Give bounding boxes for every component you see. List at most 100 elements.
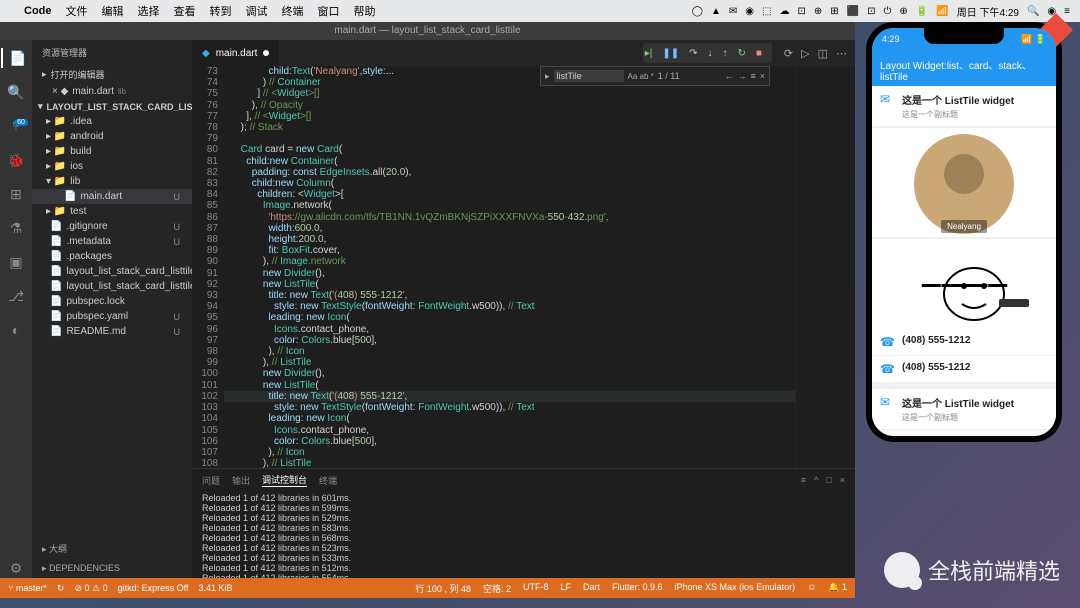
tree-item[interactable]: 📄 .packages <box>32 249 192 264</box>
find-prev-icon[interactable]: ▸ <box>545 71 550 82</box>
split-icon[interactable]: ◫ <box>818 47 828 60</box>
panel-terminal[interactable]: 终端 <box>319 474 337 487</box>
flutter-icon[interactable]: ◐ <box>6 320 26 340</box>
tree-item[interactable]: ▾ 📁 lib <box>32 174 192 189</box>
debug-restart-icon[interactable]: ↻ <box>735 48 747 59</box>
tree-item[interactable]: ▸ 📁 android <box>32 129 192 144</box>
indent[interactable]: 空格: 2 <box>483 582 511 595</box>
panel-close-icon[interactable]: × <box>840 475 845 485</box>
encoding[interactable]: UTF-8 <box>523 582 549 595</box>
list-tile[interactable]: ✉ 这是一个 ListTile widget <box>872 430 1056 436</box>
find-input[interactable] <box>554 70 624 82</box>
tray-icon[interactable]: ⏻ <box>884 6 892 17</box>
tree-item[interactable]: ▸ 📁 test <box>32 204 192 219</box>
debug-icon[interactable]: 🐞 <box>6 150 26 170</box>
tray-icon[interactable]: ▲ <box>711 6 721 17</box>
tree-item[interactable]: 📄 README.mdU <box>32 324 192 339</box>
tray-icon[interactable]: ⊞ <box>830 6 838 17</box>
tray-icon[interactable]: ⊡ <box>797 6 805 17</box>
phone-body[interactable]: ✉ 这是一个 ListTile widget这是一个副标题 Nealyang ▬… <box>872 86 1056 436</box>
panel-up-icon[interactable]: ^ <box>814 475 818 485</box>
panel-output[interactable]: 输出 <box>232 474 250 487</box>
feedback-icon[interactable]: ☺ <box>807 582 816 595</box>
panel-debug-console[interactable]: 调试控制台 <box>262 473 307 487</box>
eol[interactable]: LF <box>560 582 571 595</box>
clock[interactable]: 周日 下午4:29 <box>957 4 1019 19</box>
panel-clear-icon[interactable]: ≡ <box>801 475 806 485</box>
debug-stop-icon[interactable]: ■ <box>754 48 764 59</box>
menu-terminal[interactable]: 终端 <box>282 3 304 19</box>
menu-edit[interactable]: 编辑 <box>102 3 124 19</box>
docker-icon[interactable]: ▣ <box>6 252 26 272</box>
find-select-icon[interactable]: ≡ <box>750 71 755 81</box>
tray-icon[interactable]: ✉ <box>729 6 737 17</box>
list-tile-phone[interactable]: ☎ (408) 555-1212 <box>872 329 1056 355</box>
outline-section[interactable]: ▸ 大纲 <box>32 538 192 559</box>
device[interactable]: iPhone XS Max (ios Emulator) <box>675 582 796 595</box>
gitkd[interactable]: gitkd: Express Off <box>118 583 189 593</box>
open-editor-item[interactable]: × ◆ main.dart lib <box>32 84 192 99</box>
menu-file[interactable]: 文件 <box>66 3 88 19</box>
more-icon[interactable]: ⋯ <box>836 47 847 60</box>
restart-icon[interactable]: ⟳ <box>784 47 793 60</box>
branch[interactable]: ⑂ master* <box>8 583 47 593</box>
extensions-icon[interactable]: ⊞ <box>6 184 26 204</box>
menu-help[interactable]: 帮助 <box>354 3 376 19</box>
tray-icon[interactable]: ⊡ <box>867 6 875 17</box>
explorer-icon[interactable]: 📄 <box>1 48 31 68</box>
tree-item[interactable]: 📄 main.dartU <box>32 189 192 204</box>
tray-icon[interactable]: ⊕ <box>899 6 907 17</box>
test-icon[interactable]: ⚗ <box>6 218 26 238</box>
tray-icon[interactable]: ⬚ <box>762 6 771 17</box>
sync[interactable]: ↻ <box>57 583 65 594</box>
tree-item[interactable]: 📄 layout_list_stack_card_listtile.imlU <box>32 279 192 294</box>
menu-select[interactable]: 选择 <box>138 3 160 19</box>
menu-view[interactable]: 查看 <box>174 3 196 19</box>
minimap[interactable] <box>795 66 855 468</box>
debug-step-icon[interactable]: ↷ <box>687 48 699 59</box>
lang[interactable]: Dart <box>583 582 600 595</box>
debug-stepin-icon[interactable]: ↓ <box>705 48 714 59</box>
battery-icon[interactable]: 🔋 <box>916 6 928 17</box>
settings-icon[interactable]: ⚙ <box>6 558 26 578</box>
search-icon[interactable]: 🔍 <box>6 82 26 102</box>
deps-section[interactable]: ▸ DEPENDENCIES <box>32 559 192 578</box>
list-tile[interactable]: ✉ 这是一个 ListTile widget这是一个副标题 <box>872 389 1056 429</box>
list-tile-phone[interactable]: ☎ (408) 555-1212 <box>872 356 1056 382</box>
tree-item[interactable]: ▸ 📁 ios <box>32 159 192 174</box>
tree-item[interactable]: 📄 .gitignoreU <box>32 219 192 234</box>
tray-icon[interactable]: ☁ <box>779 6 789 17</box>
search-icon[interactable]: 🔍 <box>1027 6 1039 17</box>
wifi-icon[interactable]: 📶 <box>936 6 948 17</box>
code-editor[interactable]: 7374757677787980818283848586878889909192… <box>192 66 855 468</box>
tray-icon[interactable]: ◯ <box>692 6 703 17</box>
tree-item[interactable]: 📄 layout_list_stack_card_listtile_androi… <box>32 264 192 279</box>
find-prev-icon[interactable]: ← <box>724 71 733 81</box>
tree-item[interactable]: 📄 pubspec.yamlU <box>32 309 192 324</box>
tab-main-dart[interactable]: ◆main.dart <box>192 40 280 66</box>
tray-icon[interactable]: ⊕ <box>814 6 822 17</box>
tree-item[interactable]: 📄 pubspec.lock <box>32 294 192 309</box>
menu-window[interactable]: 窗口 <box>318 3 340 19</box>
debug-continue-icon[interactable]: ▸| <box>643 48 655 59</box>
tree-item[interactable]: ▸ 📁 build <box>32 144 192 159</box>
tree-item[interactable]: 📄 .metadataU <box>32 234 192 249</box>
run-icon[interactable]: ▷ <box>801 47 809 60</box>
scm-icon[interactable]: ⑂60 <box>6 116 26 136</box>
cursor-pos[interactable]: 行 100 , 列 48 <box>415 582 471 595</box>
menu-debug[interactable]: 调试 <box>246 3 268 19</box>
panel-problems[interactable]: 问题 <box>202 474 220 487</box>
flutter-ver[interactable]: Flutter: 0.9.6 <box>612 582 663 595</box>
panel-max-icon[interactable]: □ <box>826 475 831 485</box>
bell[interactable]: 🔔 1 <box>828 582 847 595</box>
debug-pause-icon[interactable]: ❚❚ <box>660 48 681 59</box>
find-close-icon[interactable]: × <box>760 71 765 81</box>
tray-icon[interactable]: ◉ <box>745 6 754 17</box>
project-root[interactable]: ▾ LAYOUT_LIST_STACK_CARD_LISTTILE <box>32 99 192 114</box>
list-tile[interactable]: ✉ 这是一个 ListTile widget这是一个副标题 <box>872 86 1056 126</box>
open-editors-header[interactable]: ▸ 打开的编辑器 <box>32 65 192 84</box>
tree-item[interactable]: ▸ 📁 .idea <box>32 114 192 129</box>
problems[interactable]: ⊘ 0 ⚠ 0 <box>74 583 107 594</box>
menu-goto[interactable]: 转到 <box>210 3 232 19</box>
gitlens-icon[interactable]: ⎇ <box>6 286 26 306</box>
